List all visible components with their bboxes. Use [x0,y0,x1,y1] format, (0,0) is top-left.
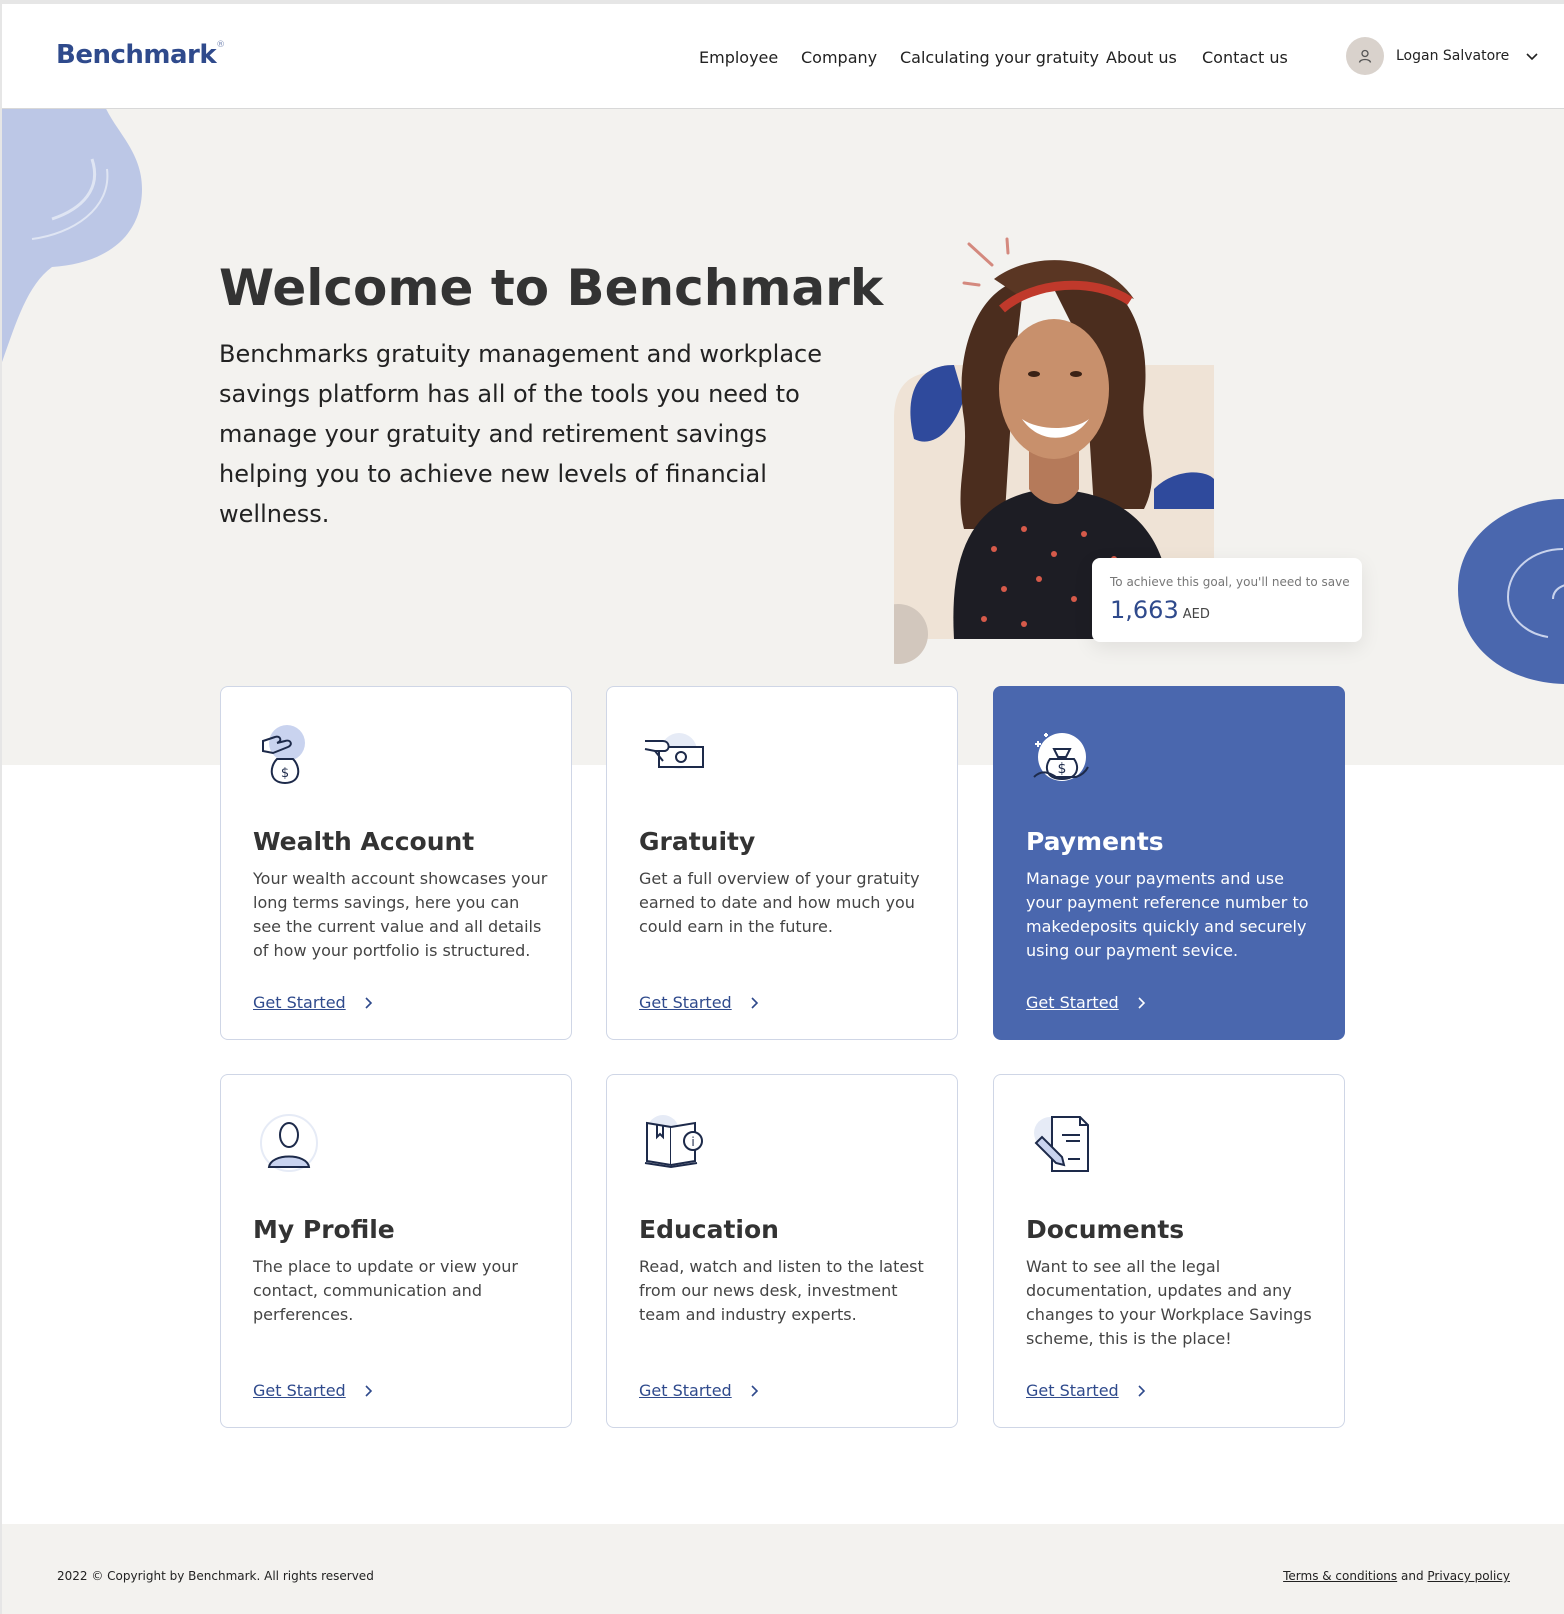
nav-contact-us[interactable]: Contact us [1202,48,1288,67]
money-bag-palm-icon: $ [1033,733,1089,781]
card-description: Want to see all the legal documentation,… [1026,1257,1312,1348]
legal-and: and [1401,1569,1424,1583]
get-started-link[interactable]: Get Started [253,1381,374,1400]
goal-currency: AED [1182,607,1210,622]
goal-value: 1,663 AED [1110,596,1210,624]
user-profile-icon [260,1114,318,1172]
svg-text:$: $ [281,766,289,781]
chevron-right-icon [365,996,372,1009]
card-description: The place to update or view your contact… [253,1257,518,1324]
page: Benchmark® Employee Company Calculating … [0,0,1564,1614]
get-started-label: Get Started [253,1381,346,1400]
book-info-icon: i [644,1115,703,1169]
avatar [1346,37,1384,75]
user-icon [1358,49,1372,63]
privacy-link[interactable]: Privacy policy [1427,1569,1510,1583]
nav-about-us[interactable]: About us [1106,48,1177,67]
brand-name: Benchmark [56,40,217,70]
card-description: Manage your payments and use your paymen… [1026,869,1309,960]
money-bag-hand-icon: $ [262,725,305,785]
goal-label: To achieve this goal, you'll need to sav… [1110,575,1350,589]
card-wealth-account[interactable]: $ Wealth Account Your wealth account sho… [220,686,572,1040]
card-description: Your wealth account showcases your long … [253,869,548,960]
chevron-right-icon [1138,996,1145,1009]
hero-section: Welcome to Benchmark Benchmarks gratuity… [2,109,1564,765]
card-title: Payments [1026,827,1164,856]
get-started-link[interactable]: Get Started [1026,993,1147,1012]
card-my-profile[interactable]: My Profile The place to update or view y… [220,1074,572,1428]
card-description: Get a full overview of your gratuity ear… [639,869,920,936]
get-started-label: Get Started [253,993,346,1012]
card-education[interactable]: i Education Read, watch and listen to th… [606,1074,958,1428]
chevron-right-icon [751,996,758,1009]
svg-text:$: $ [1058,761,1067,777]
hero-title: Welcome to Benchmark [219,259,884,317]
user-menu[interactable]: Logan Salvatore [1346,36,1539,76]
legal-links: Terms & conditions and Privacy policy [1283,1569,1510,1583]
hero-description: Benchmarks gratuity management and workp… [219,340,822,528]
nav-employee[interactable]: Employee [699,48,778,67]
user-name: Logan Salvatore [1396,48,1510,64]
card-title: Wealth Account [253,827,475,856]
card-title: My Profile [253,1215,395,1244]
card-description: Read, watch and listen to the latest fro… [639,1257,924,1324]
decorative-circle-right [1458,499,1564,684]
decorative-blob-top-left [2,109,142,363]
chevron-down-icon[interactable] [1525,49,1539,63]
site-footer: 2022 © Copyright by Benchmark. All right… [2,1524,1564,1614]
chevron-right-icon [751,1384,758,1397]
get-started-link[interactable]: Get Started [1026,1381,1147,1400]
chevron-right-icon [1138,1384,1145,1397]
get-started-link[interactable]: Get Started [639,1381,760,1400]
brand-logo[interactable]: Benchmark® [56,40,225,70]
document-pen-icon [1034,1116,1089,1172]
nav-company[interactable]: Company [801,48,877,67]
site-header: Benchmark® Employee Company Calculating … [2,4,1564,109]
card-payments[interactable]: $ Payments Manage your payments and use … [993,686,1345,1040]
get-started-label: Get Started [639,1381,732,1400]
card-gratuity[interactable]: Gratuity Get a full overview of your gra… [606,686,958,1040]
get-started-link[interactable]: Get Started [639,993,760,1012]
card-title: Documents [1026,1215,1185,1244]
get-started-label: Get Started [1026,993,1119,1012]
card-documents[interactable]: Documents Want to see all the legal docu… [993,1074,1345,1428]
card-title: Gratuity [639,827,756,856]
svg-text:i: i [691,1135,694,1149]
terms-link[interactable]: Terms & conditions [1283,1569,1397,1583]
get-started-link[interactable]: Get Started [253,993,374,1012]
nav-calculating-gratuity[interactable]: Calculating your gratuity [900,48,1099,67]
get-started-label: Get Started [1026,1381,1119,1400]
copyright-text: 2022 © Copyright by Benchmark. All right… [57,1569,374,1583]
card-title: Education [639,1215,779,1244]
cash-hand-icon [644,733,704,769]
get-started-label: Get Started [639,993,732,1012]
goal-amount: 1,663 [1110,596,1179,624]
registered-mark: ® [216,40,225,51]
chevron-right-icon [365,1384,372,1397]
savings-goal-card: To achieve this goal, you'll need to sav… [1092,558,1362,642]
